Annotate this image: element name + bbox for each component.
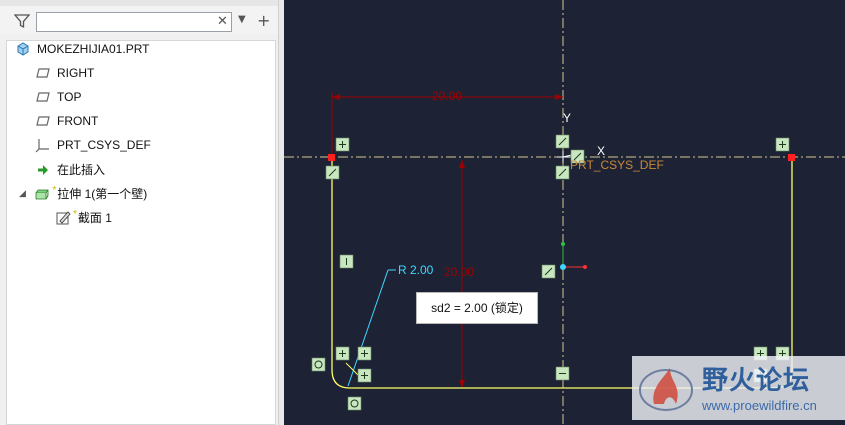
tree-item-label: MOKEZHIJIA01.PRT xyxy=(37,42,150,56)
tree-item-label: PRT_CSYS_DEF xyxy=(57,138,151,152)
datum-plane-icon xyxy=(35,89,51,105)
datum-plane-icon xyxy=(35,65,51,81)
tree-item-part[interactable]: MOKEZHIJIA01.PRT xyxy=(15,41,149,61)
tree-item-label: RIGHT xyxy=(57,66,95,80)
tree-item-label: 截面 1 xyxy=(77,211,112,225)
sketch-canvas[interactable]: 20.00 20.00 R 2.00 Y X PRT_CSYS_DEF sd2 … xyxy=(284,0,845,425)
extrude-feature-icon xyxy=(34,186,50,202)
endpoint-right xyxy=(788,154,795,161)
tree-item-insert-here[interactable]: 在此插入 xyxy=(35,161,105,181)
add-column-icon[interactable]: + xyxy=(257,11,270,30)
watermark-title: 野火论坛 xyxy=(702,366,811,396)
modified-star: * xyxy=(73,209,77,220)
tree-item-label: TOP xyxy=(57,90,82,104)
watermark-logo-icon xyxy=(639,368,693,411)
dimension-radius[interactable]: R 2.00 xyxy=(398,263,433,277)
insert-here-arrow-icon xyxy=(35,162,51,178)
tree-item-section[interactable]: *截面 1 xyxy=(55,209,112,229)
modified-star: * xyxy=(52,185,57,196)
filter-dropdown-icon[interactable]: ▼ xyxy=(238,14,246,25)
sketch-section-icon xyxy=(55,210,71,226)
dimension-horizontal[interactable]: 20.00 xyxy=(432,89,462,103)
endpoint-left xyxy=(328,154,335,161)
coordinate-system-icon xyxy=(35,137,51,153)
radius-leader xyxy=(347,269,389,387)
axis-x-label: X xyxy=(597,144,606,158)
search-input[interactable] xyxy=(36,12,232,32)
tree-item-top[interactable]: TOP xyxy=(35,89,81,109)
collapse-triangle-icon[interactable]: ◢ xyxy=(19,188,31,199)
tree-item-csys[interactable]: PRT_CSYS_DEF xyxy=(35,137,151,157)
filter-bar: ✕ ▼ + xyxy=(0,6,284,34)
csys-label: PRT_CSYS_DEF xyxy=(570,158,664,172)
tree-item-label: 拉伸 1(第一个壁) xyxy=(57,187,148,201)
part-icon xyxy=(15,41,31,57)
dimension-tooltip: sd2 = 2.00 (锁定) xyxy=(416,292,538,324)
axis-y-label: Y xyxy=(563,111,572,125)
model-tree: MOKEZHIJIA01.PRT RIGHT TOP FRONT PRT_CSY… xyxy=(6,40,276,425)
watermark: 野火论坛 www.proewildfire.cn xyxy=(632,356,845,420)
tree-item-extrude[interactable]: ◢ *拉伸 1(第一个壁) xyxy=(19,185,147,205)
tree-item-label: 在此插入 xyxy=(57,163,106,177)
model-tree-panel: ✕ ▼ + MOKEZHIJIA01.PRT RIGHT TOP FRONT P… xyxy=(0,0,284,425)
watermark-url: www.proewildfire.cn xyxy=(702,398,817,413)
datum-plane-icon xyxy=(35,113,51,129)
clear-search-icon[interactable]: ✕ xyxy=(217,14,228,29)
tree-item-label: FRONT xyxy=(57,114,99,128)
filter-funnel-icon[interactable] xyxy=(13,13,31,29)
tree-item-right[interactable]: RIGHT xyxy=(35,65,94,85)
tree-item-front[interactable]: FRONT xyxy=(35,113,98,133)
dimension-vertical[interactable]: 20.00 xyxy=(444,265,474,279)
